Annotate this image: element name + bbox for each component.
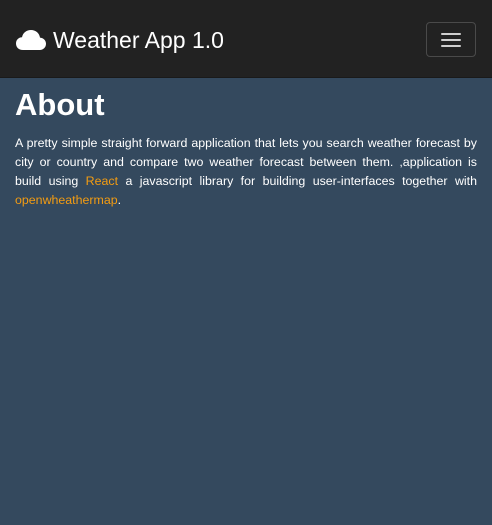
app-title: Weather App 1.0 bbox=[53, 27, 224, 53]
main-content: About A pretty simple straight forward a… bbox=[15, 86, 477, 210]
navbar-brand[interactable]: Weather App 1.0 bbox=[15, 26, 224, 54]
navbar: Weather App 1.0 bbox=[0, 0, 492, 78]
page-title: About bbox=[15, 87, 105, 122]
about-text-part3: . bbox=[117, 193, 122, 207]
about-description: A pretty simple straight forward applica… bbox=[15, 134, 477, 210]
cloud-icon bbox=[16, 30, 46, 50]
navbar-toggle-button[interactable] bbox=[426, 22, 476, 57]
react-link[interactable]: React bbox=[86, 174, 118, 188]
openweathermap-link[interactable]: openwheathermap bbox=[15, 193, 118, 207]
about-text-part2: a javascript library for building user-i… bbox=[118, 174, 478, 188]
